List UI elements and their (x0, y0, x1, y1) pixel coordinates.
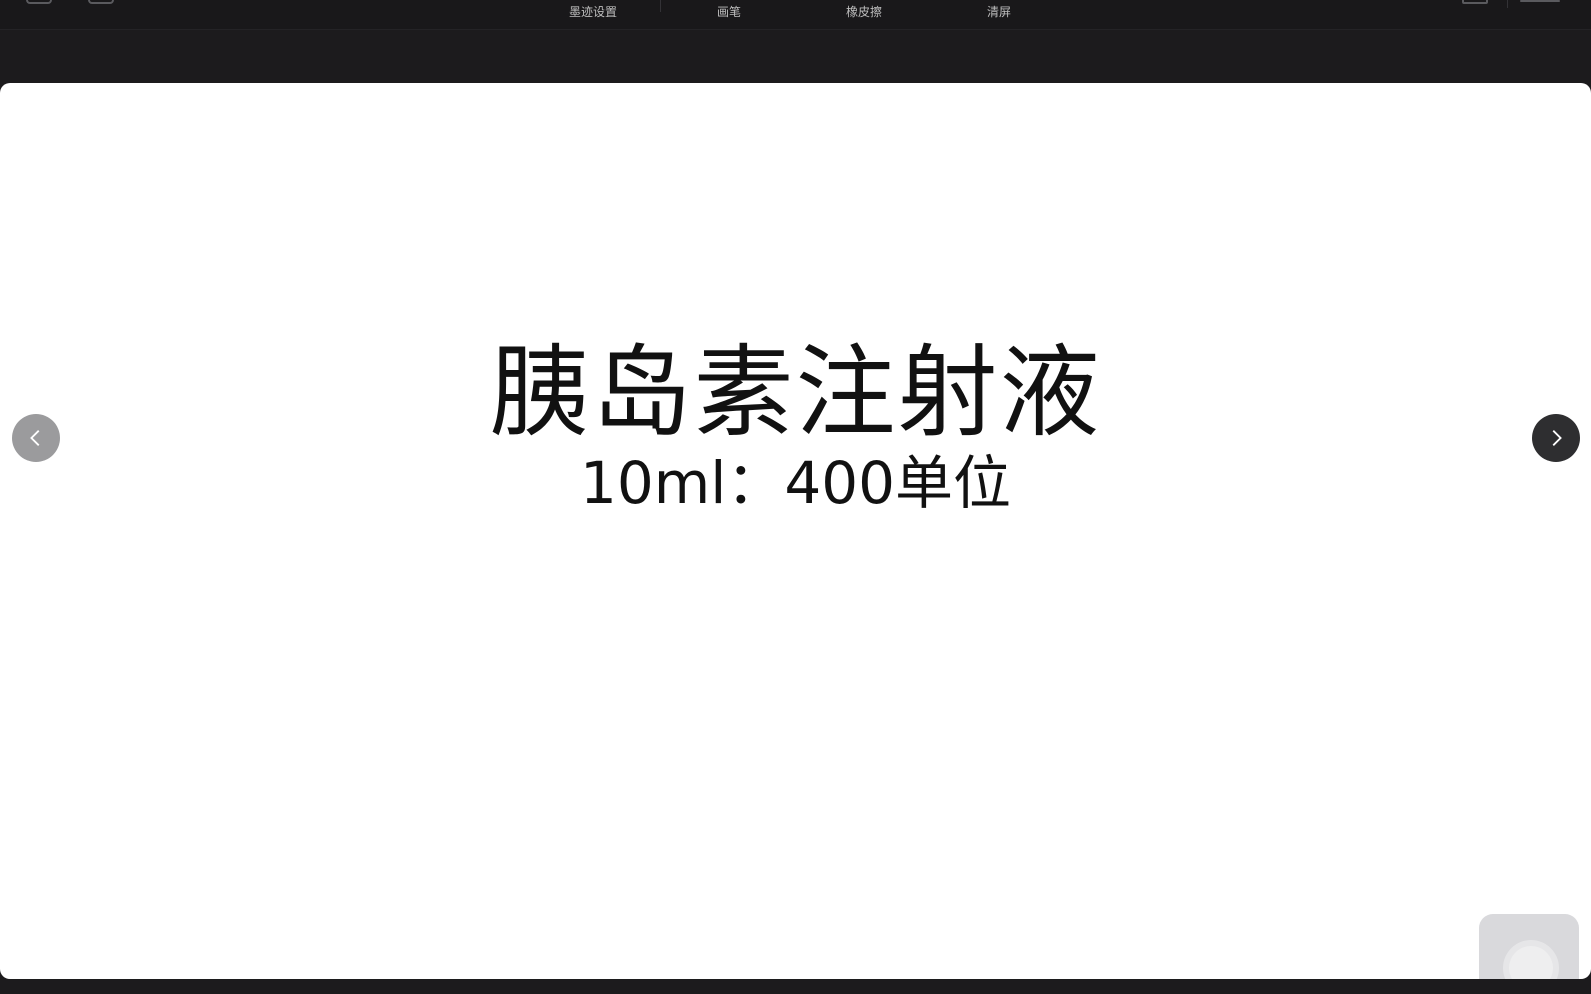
ink-settings-button[interactable]: 墨迹设置 (548, 4, 638, 24)
home-icon[interactable] (26, 0, 52, 4)
chevron-right-icon (1552, 430, 1562, 446)
eraser-button[interactable]: 橡皮擦 (819, 4, 909, 24)
next-slide-button[interactable] (1532, 414, 1580, 462)
exit-icon[interactable] (1520, 0, 1560, 2)
top-toolbar: 墨迹设置 画笔 橡皮擦 清屏 (0, 0, 1591, 30)
menu-icon[interactable] (88, 0, 114, 4)
chevron-left-icon (30, 430, 40, 446)
toolbar-divider (660, 0, 661, 12)
previous-slide-button[interactable] (12, 414, 60, 462)
slide-title: 胰岛素注射液 (489, 334, 1102, 451)
pen-button[interactable]: 画笔 (684, 4, 774, 24)
slide-canvas: 胰岛素注射液 10ml：400单位 (0, 83, 1591, 979)
slides-overview-icon[interactable] (1462, 0, 1488, 4)
clear-screen-button[interactable]: 清屏 (954, 4, 1044, 24)
toolbar-divider-right (1507, 0, 1508, 8)
bottom-bar (0, 979, 1591, 994)
slide-subtitle: 10ml：400单位 (579, 449, 1012, 517)
